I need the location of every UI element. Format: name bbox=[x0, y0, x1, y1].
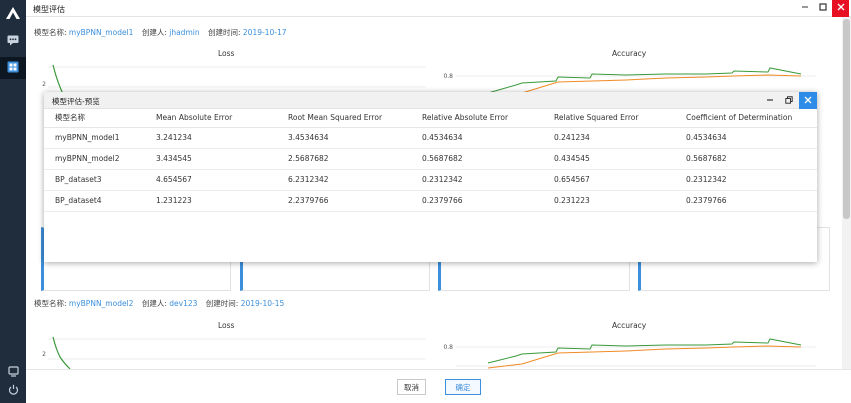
loss-chart: 2 bbox=[42, 336, 426, 369]
evaluation-preview-dialog: 模型评估-预览 模型名称 Mean Absolute Error Root Me… bbox=[44, 92, 817, 262]
vertical-scrollbar[interactable] bbox=[842, 17, 851, 369]
model-name-value[interactable]: myBPNN_model2 bbox=[69, 299, 134, 308]
minimize-icon bbox=[801, 3, 809, 14]
table-cell: 1.231223 bbox=[145, 190, 277, 212]
table-cell: 3.241234 bbox=[145, 127, 277, 149]
restore-icon bbox=[785, 95, 793, 106]
scrollbar-thumb[interactable] bbox=[843, 19, 850, 219]
table-header-row: 模型名称 Mean Absolute Error Root Mean Squar… bbox=[44, 109, 817, 128]
dialog-close-button[interactable] bbox=[799, 92, 817, 109]
loss-y-tick: 2 bbox=[42, 351, 46, 358]
model-name-value[interactable]: myBPNN_model1 bbox=[69, 28, 134, 37]
window-title: 模型评估 bbox=[33, 5, 65, 14]
model-name-label: 模型名称: bbox=[34, 299, 67, 308]
table-cell: 0.2379766 bbox=[411, 190, 543, 212]
dialog-minimize-button[interactable] bbox=[761, 92, 779, 109]
minimize-icon bbox=[766, 96, 774, 106]
table-cell: 0.4534634 bbox=[411, 127, 543, 149]
accuracy-chart-title: Accuracy bbox=[612, 321, 647, 330]
created-time-value: 2019-10-15 bbox=[240, 299, 285, 308]
creator-value: jhadmin bbox=[169, 28, 200, 37]
table-cell: 0.5687682 bbox=[411, 148, 543, 170]
table-cell: 0.241234 bbox=[543, 127, 675, 149]
maximize-button[interactable] bbox=[814, 0, 831, 17]
column-header: Relative Absolute Error bbox=[411, 109, 543, 128]
table-cell: 0.2379766 bbox=[675, 190, 817, 212]
sidebar-item-power[interactable] bbox=[0, 379, 26, 401]
sidebar-item-chat[interactable] bbox=[0, 30, 26, 52]
table-cell: 0.2312342 bbox=[411, 169, 543, 191]
power-icon bbox=[8, 384, 19, 397]
loss-chart-title: Loss bbox=[218, 321, 235, 330]
model-name-label: 模型名称: bbox=[34, 28, 67, 37]
table-cell: 0.4534634 bbox=[675, 127, 817, 149]
dialog-restore-button[interactable] bbox=[780, 92, 798, 109]
table-cell: myBPNN_model1 bbox=[44, 127, 145, 149]
sidebar bbox=[0, 0, 26, 403]
creator-label: 创建人: bbox=[141, 28, 167, 37]
close-icon bbox=[837, 3, 845, 14]
table-row[interactable]: myBPNN_model1 3.241234 3.4534634 0.45346… bbox=[44, 127, 817, 149]
dialog-title: 模型评估-预览 bbox=[52, 97, 100, 106]
creator-label: 创建人: bbox=[141, 299, 167, 308]
table-cell: 3.434545 bbox=[145, 148, 277, 170]
accuracy-chart-title: Accuracy bbox=[612, 49, 647, 58]
column-header: 模型名称 bbox=[44, 109, 145, 128]
accuracy-y-tick: 0.8 bbox=[443, 344, 453, 351]
sidebar-item-dashboard[interactable] bbox=[0, 57, 26, 79]
table-cell: BP_dataset3 bbox=[44, 169, 145, 191]
cancel-button[interactable]: 取消 bbox=[397, 379, 426, 395]
column-header: Relative Squared Error bbox=[543, 109, 675, 128]
dashboard-icon bbox=[7, 61, 19, 75]
column-header: Root Mean Squared Error bbox=[277, 109, 411, 128]
table-row[interactable]: BP_dataset3 4.654567 6.2312342 0.2312342… bbox=[44, 169, 817, 191]
created-time-label: 创建时间: bbox=[205, 299, 239, 308]
created-time-label: 创建时间: bbox=[207, 28, 241, 37]
table-cell: 2.5687682 bbox=[277, 148, 411, 170]
maximize-icon bbox=[818, 3, 827, 14]
accuracy-train-line bbox=[487, 338, 802, 364]
title-bar: 模型评估 bbox=[26, 0, 851, 17]
table-cell: 6.2312342 bbox=[277, 169, 411, 191]
table-row[interactable]: myBPNN_model2 3.434545 2.5687682 0.56876… bbox=[44, 148, 817, 170]
table-cell: BP_dataset4 bbox=[44, 190, 145, 212]
dialog-header: 模型评估-预览 bbox=[44, 92, 817, 109]
creator-value: dev123 bbox=[169, 299, 198, 308]
logo-icon bbox=[5, 6, 21, 20]
model1-meta: 模型名称: myBPNN_model1 创建人: jhadmin 创建时间: 2… bbox=[34, 27, 293, 38]
close-button[interactable] bbox=[832, 0, 849, 17]
accuracy-chart: 0.8 bbox=[443, 338, 816, 369]
table-cell: 2.2379766 bbox=[277, 190, 411, 212]
footer-bar: 取消 确定 bbox=[26, 369, 851, 403]
table-cell: 3.4534634 bbox=[277, 127, 411, 149]
table-cell: 0.654567 bbox=[543, 169, 675, 191]
loss-train-line bbox=[52, 336, 71, 369]
accuracy-val-line bbox=[487, 345, 802, 369]
loss-y-tick: 2 bbox=[42, 81, 46, 88]
column-header: Coefficient of Determination bbox=[675, 109, 817, 128]
table-cell: 0.434545 bbox=[543, 148, 675, 170]
column-header: Mean Absolute Error bbox=[145, 109, 277, 128]
table-cell: 0.5687682 bbox=[675, 148, 817, 170]
table-cell: myBPNN_model2 bbox=[44, 148, 145, 170]
close-icon bbox=[804, 96, 812, 106]
metrics-table: 模型名称 Mean Absolute Error Root Mean Squar… bbox=[44, 109, 817, 212]
chat-icon bbox=[7, 35, 19, 48]
minimize-button[interactable] bbox=[796, 0, 813, 17]
monitor-icon bbox=[7, 365, 19, 379]
confirm-button[interactable]: 确定 bbox=[445, 379, 481, 395]
accuracy-y-tick: 0.8 bbox=[443, 73, 453, 80]
model2-meta: 模型名称: myBPNN_model2 创建人: dev123 创建时间: 20… bbox=[34, 298, 290, 309]
table-cell: 0.2312342 bbox=[675, 169, 817, 191]
section2-charts: 2 0.8 bbox=[42, 336, 816, 369]
table-row[interactable]: BP_dataset4 1.231223 2.2379766 0.2379766… bbox=[44, 190, 817, 212]
table-cell: 4.654567 bbox=[145, 169, 277, 191]
table-cell: 0.231223 bbox=[543, 190, 675, 212]
created-time-value: 2019-10-17 bbox=[242, 28, 287, 37]
loss-chart-title: Loss bbox=[218, 49, 235, 58]
